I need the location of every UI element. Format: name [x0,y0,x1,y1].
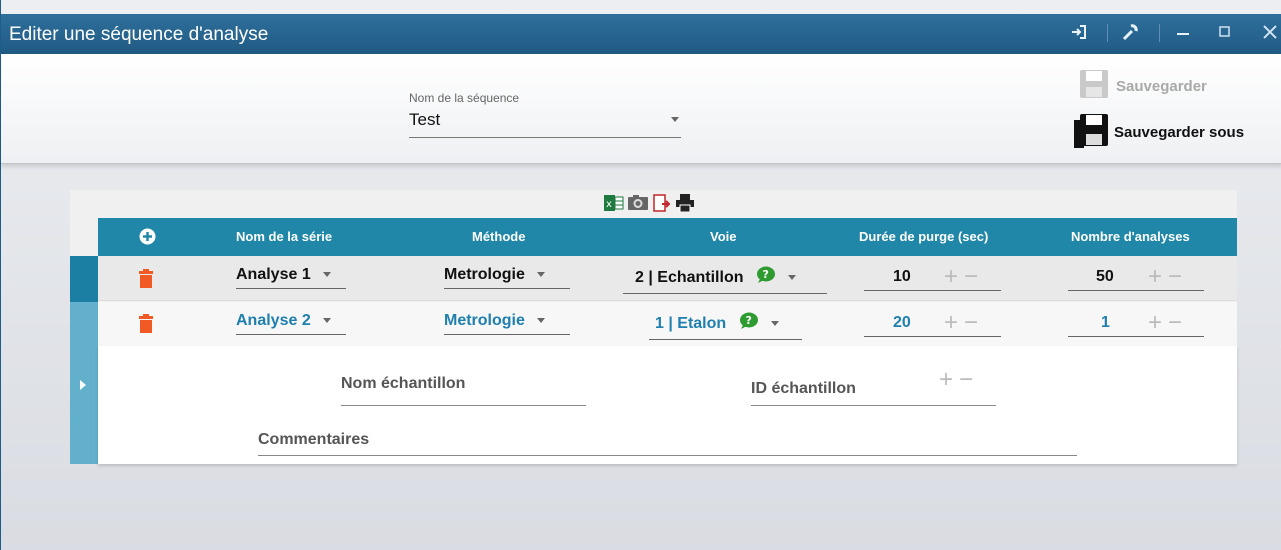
add-row-icon[interactable] [139,228,156,248]
nom-echantillon-label: Nom échantillon [341,375,466,392]
id-echantillon-field[interactable]: ID échantillon +− [751,368,996,406]
nombre-stepper[interactable]: 1 +− [1068,311,1204,337]
purge-stepper[interactable]: 10 +− [864,265,1001,291]
svg-text:x: x [606,199,612,210]
commentaires-label: Commentaires [258,431,370,448]
trash-icon[interactable] [138,314,154,339]
methode-value: Metrologie [444,266,525,283]
column-header-purge: Durée de purge (sec) [859,229,989,244]
expand-arrow-icon[interactable] [80,380,86,390]
save-as-label: Sauvegarder sous [1114,124,1245,141]
id-echantillon-label: ID échantillon [751,380,856,397]
chevron-down-icon [788,275,797,280]
voie-value: 1 | Etalon [655,314,727,332]
nombre-value: 50 [1096,268,1114,285]
plus-minus-icons[interactable]: +− [944,265,984,289]
title-bar: Editer une séquence d'analyse [1,14,1281,54]
floppy-disk-icon [1072,110,1112,155]
serie-value: Analyse 1 [236,266,311,283]
camera-icon[interactable] [627,194,649,214]
nombre-value: 1 [1101,314,1110,331]
chevron-down-icon [537,272,546,278]
serie-value: Analyse 2 [236,312,311,329]
serie-select[interactable]: Analyse 2 [236,312,346,335]
voie-select[interactable]: 1 | Etalon ? [649,312,802,340]
table-row: Analyse 1 Metrologie 2 | Echantillon ? 1… [98,256,1237,301]
table-header: Nom de la série Méthode Voie Durée de pu… [98,218,1237,256]
nom-echantillon-field[interactable]: Nom échantillon [341,372,586,406]
column-header-serie: Nom de la série [236,229,333,244]
column-header-methode: Méthode [472,229,526,244]
wrench-icon[interactable] [1120,22,1140,47]
minimize-icon[interactable] [1176,22,1190,47]
plus-minus-icons[interactable]: +− [939,368,979,392]
print-icon[interactable] [675,194,695,214]
methode-select[interactable]: Metrologie [444,266,570,289]
plus-minus-icons[interactable]: +− [1148,311,1188,335]
sequence-name-label: Nom de la séquence [409,91,520,105]
column-header-voie: Voie [710,229,737,244]
purge-stepper[interactable]: 20 +− [864,311,1001,337]
row-selector[interactable] [70,302,98,464]
window: Editer une séquence d'analyse Nom de la … [0,0,1281,550]
purge-value: 10 [893,268,911,285]
close-icon[interactable] [1262,22,1278,47]
window-title: Editer une séquence d'analyse [9,24,269,45]
series-table-panel: x Nom de la série Méthode Voie Durée de … [70,190,1237,464]
help-icon[interactable]: ? [739,312,759,335]
export-pdf-icon[interactable] [652,194,672,214]
chevron-down-icon [671,117,679,122]
exit-icon[interactable] [1069,22,1089,47]
svg-text:?: ? [762,268,768,281]
purge-value: 20 [893,314,911,331]
row-detail-panel: Nom échantillon ID échantillon +− Commen… [98,346,1237,464]
table-row: Analyse 2 Metrologie 1 | Etalon ? 20 +− … [98,302,1237,347]
save-label: Sauvegarder [1116,78,1207,95]
nombre-stepper[interactable]: 50 +− [1068,265,1204,291]
chevron-down-icon [771,321,780,326]
save-as-button[interactable]: Sauvegarder sous [1072,110,1244,155]
sequence-name-value: Test [409,110,441,129]
maximize-icon[interactable] [1218,22,1232,47]
chevron-down-icon [323,272,332,278]
voie-value: 2 | Echantillon [635,268,744,286]
floppy-disk-icon [1078,68,1110,105]
plus-minus-icons[interactable]: +− [944,311,984,335]
row-selector[interactable] [70,256,98,302]
chevron-down-icon [323,318,332,324]
trash-icon[interactable] [138,269,154,294]
methode-select[interactable]: Metrologie [444,312,570,335]
methode-value: Metrologie [444,312,525,329]
header: Nom de la séquence Test Sauvegarder Sauv… [1,54,1281,164]
plus-minus-icons[interactable]: +− [1148,265,1188,289]
commentaires-field[interactable]: Commentaires [258,426,1077,456]
table-toolbar: x [604,194,695,214]
voie-select[interactable]: 2 | Echantillon ? [623,266,827,294]
help-icon[interactable]: ? [756,266,776,289]
sequence-name-select[interactable]: Test [409,108,681,138]
excel-icon[interactable]: x [604,194,624,214]
chevron-down-icon [537,318,546,324]
column-header-nombre: Nombre d'analyses [1071,229,1190,244]
serie-select[interactable]: Analyse 1 [236,266,346,289]
save-button[interactable]: Sauvegarder [1078,68,1207,105]
svg-text:?: ? [745,314,751,327]
